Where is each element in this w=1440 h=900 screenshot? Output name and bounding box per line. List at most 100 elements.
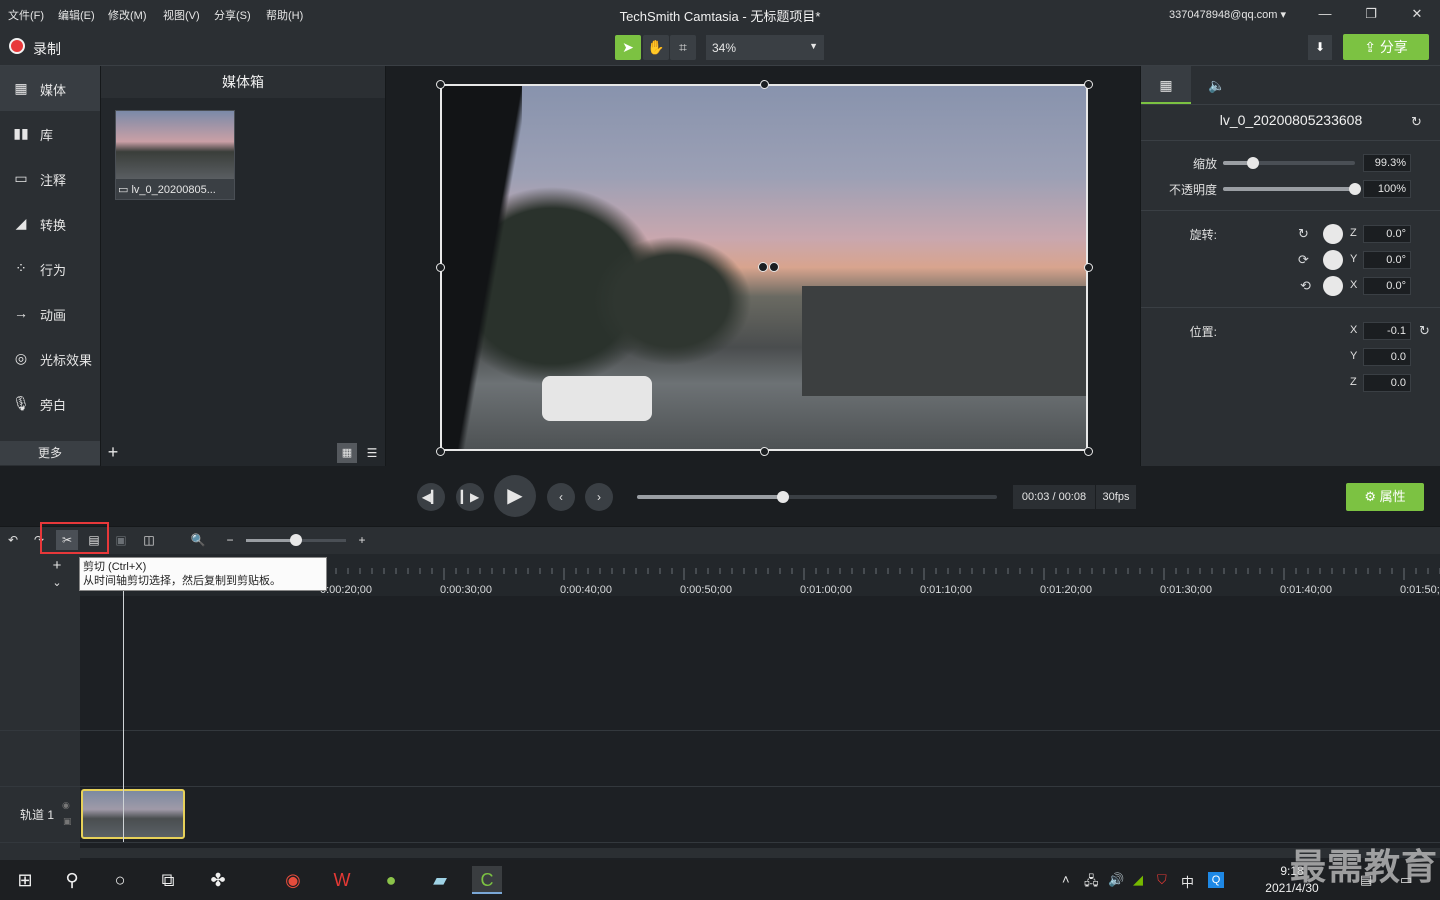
windows-start-icon[interactable]: ⊞ bbox=[10, 866, 40, 894]
close-icon[interactable]: ✕ bbox=[1407, 4, 1427, 24]
timeline-zoom-knob[interactable] bbox=[290, 534, 302, 546]
record-button[interactable]: 录制 bbox=[33, 39, 61, 59]
resize-handle[interactable] bbox=[760, 447, 769, 456]
search-icon[interactable]: ⚲ bbox=[57, 866, 87, 894]
resize-handle[interactable] bbox=[1084, 80, 1093, 89]
resize-handle[interactable] bbox=[1084, 263, 1093, 272]
share-button[interactable]: ⇪ 分享 bbox=[1343, 34, 1429, 60]
sidebar-item-voice-narration[interactable]: 🎙 旁白 bbox=[0, 381, 100, 426]
step-back-icon[interactable]: ◀▎ bbox=[417, 483, 445, 511]
notepad-app-icon[interactable]: ▰ bbox=[425, 866, 455, 894]
reset-icon[interactable]: ↻ bbox=[1411, 114, 1422, 130]
resize-handle[interactable] bbox=[1084, 447, 1093, 456]
opacity-field[interactable]: 100% bbox=[1363, 180, 1411, 198]
timeline-clip[interactable] bbox=[81, 789, 185, 839]
scrubber-knob[interactable] bbox=[777, 491, 789, 503]
sidebar-item-transitions[interactable]: ◢ 转换 bbox=[0, 201, 100, 246]
rotation-z-field[interactable]: 0.0° bbox=[1363, 225, 1411, 243]
account-menu[interactable]: 3370478948@qq.com ▾ bbox=[1169, 8, 1286, 21]
zoom-in-icon[interactable]: + bbox=[351, 530, 373, 550]
qq-icon[interactable]: Q bbox=[1208, 872, 1224, 888]
next-icon[interactable]: › bbox=[585, 483, 613, 511]
wps-icon[interactable]: W bbox=[327, 866, 357, 894]
rotation-y-field[interactable]: 0.0° bbox=[1363, 251, 1411, 269]
volume-icon[interactable]: 🔊 bbox=[1108, 872, 1124, 888]
sidebar-item-annotations[interactable]: ▭ 注释 bbox=[0, 156, 100, 201]
speaker-icon: 🔈 bbox=[1208, 77, 1226, 93]
grid-view-icon[interactable]: ▦ bbox=[337, 443, 357, 463]
task-view-icon[interactable]: ⧉ bbox=[153, 866, 183, 894]
green-app-icon[interactable]: ● bbox=[376, 866, 406, 894]
step-forward-icon[interactable]: ▎▶ bbox=[456, 483, 484, 511]
play-icon[interactable]: ▶ bbox=[494, 475, 536, 517]
network-icon[interactable]: 🖧 bbox=[1084, 872, 1099, 894]
chevron-down-icon[interactable]: ⌄ bbox=[42, 576, 72, 594]
scale-label: 缩放 bbox=[1192, 157, 1217, 171]
position-y-field[interactable]: 0.0 bbox=[1363, 348, 1411, 366]
menu-file[interactable]: 文件(F) bbox=[8, 7, 44, 23]
download-icon[interactable]: ⬇ bbox=[1308, 35, 1332, 60]
timeline-tracks[interactable] bbox=[80, 596, 1440, 860]
zoom-out-icon[interactable]: − bbox=[219, 530, 241, 550]
previous-icon[interactable]: ‹ bbox=[547, 483, 575, 511]
chrome-icon[interactable]: ◉ bbox=[278, 866, 308, 894]
track-separator bbox=[0, 842, 1440, 843]
rotation-handle[interactable] bbox=[758, 262, 768, 272]
rotate-x-dial[interactable] bbox=[1323, 276, 1343, 296]
resize-handle[interactable] bbox=[436, 263, 445, 272]
undo-icon[interactable]: ↶ bbox=[2, 530, 24, 550]
minimize-icon[interactable]: — bbox=[1315, 4, 1335, 24]
zoom-dropdown[interactable]: 34% ▼ bbox=[706, 35, 824, 60]
restore-icon[interactable]: ❐ bbox=[1361, 4, 1381, 24]
menu-modify[interactable]: 修改(M) bbox=[108, 7, 147, 23]
timecode: 00:03 / 00:08 bbox=[1013, 485, 1095, 509]
security-icon[interactable]: ⛉ bbox=[1157, 872, 1167, 888]
position-z-field[interactable]: 0.0 bbox=[1363, 374, 1411, 392]
lock-icon[interactable]: ▣ bbox=[63, 816, 72, 827]
rotate-z-dial[interactable] bbox=[1323, 224, 1343, 244]
menu-view[interactable]: 视图(V) bbox=[163, 7, 200, 23]
crop-tool-icon[interactable]: ⌗ bbox=[670, 35, 696, 60]
rotation-handle[interactable] bbox=[769, 262, 779, 272]
audio-properties-tab[interactable]: 🔈 bbox=[1192, 66, 1242, 104]
cortana-icon[interactable]: ○ bbox=[105, 866, 135, 894]
sidebar-item-behaviors[interactable]: ⁘ 行为 bbox=[0, 246, 100, 291]
position-x-field[interactable]: -0.1 bbox=[1363, 322, 1411, 340]
ime-indicator[interactable]: 中 bbox=[1181, 872, 1194, 891]
more-button[interactable]: 更多 bbox=[0, 441, 100, 465]
sidebar-item-media[interactable]: ▦ 媒体 bbox=[0, 66, 100, 111]
x-axis-label: X bbox=[1350, 279, 1358, 291]
record-icon[interactable] bbox=[9, 38, 25, 54]
resize-handle[interactable] bbox=[436, 447, 445, 456]
zoom-icon[interactable]: 🔍 bbox=[187, 530, 209, 550]
reset-icon[interactable]: ↻ bbox=[1419, 323, 1430, 339]
scale-field[interactable]: 99.3% bbox=[1363, 154, 1411, 172]
list-view-icon[interactable]: ☰ bbox=[362, 443, 382, 463]
rotation-x-field[interactable]: 0.0° bbox=[1363, 277, 1411, 295]
sidebar-item-animations[interactable]: → 动画 bbox=[0, 291, 100, 336]
pan-tool-icon[interactable]: ✋ bbox=[643, 35, 669, 60]
playhead[interactable] bbox=[123, 590, 124, 842]
paste-icon[interactable]: ▣ bbox=[110, 530, 132, 550]
nvidia-icon[interactable]: ◢ bbox=[1133, 872, 1143, 888]
rotate-y-dial[interactable] bbox=[1323, 250, 1343, 270]
resize-handle[interactable] bbox=[436, 80, 445, 89]
chevron-up-icon[interactable]: ˄ bbox=[1062, 872, 1070, 887]
camtasia-icon[interactable]: C bbox=[472, 866, 502, 894]
add-track-icon[interactable]: + bbox=[42, 557, 72, 577]
sidebar-item-cursor-effects[interactable]: ◎ 光标效果 bbox=[0, 336, 100, 381]
properties-button[interactable]: ⚙ 属性 bbox=[1346, 483, 1424, 511]
select-tool-icon[interactable]: ➤ bbox=[615, 35, 641, 60]
eye-icon[interactable]: ◉ bbox=[62, 800, 70, 811]
split-icon[interactable]: ◫ bbox=[138, 530, 160, 550]
menu-share[interactable]: 分享(S) bbox=[214, 7, 251, 23]
sidebar-item-library[interactable]: ▮▮ 库 bbox=[0, 111, 100, 156]
add-icon[interactable]: + bbox=[102, 441, 124, 465]
menu-help[interactable]: 帮助(H) bbox=[266, 7, 303, 23]
visual-properties-tab[interactable]: ▦ bbox=[1141, 66, 1191, 104]
opacity-slider-knob[interactable] bbox=[1349, 183, 1361, 195]
menu-edit[interactable]: 编辑(E) bbox=[58, 7, 95, 23]
resize-handle[interactable] bbox=[760, 80, 769, 89]
timeline-scrollbar[interactable] bbox=[80, 848, 1440, 858]
pinwheel-app-icon[interactable]: ✤ bbox=[203, 866, 233, 894]
